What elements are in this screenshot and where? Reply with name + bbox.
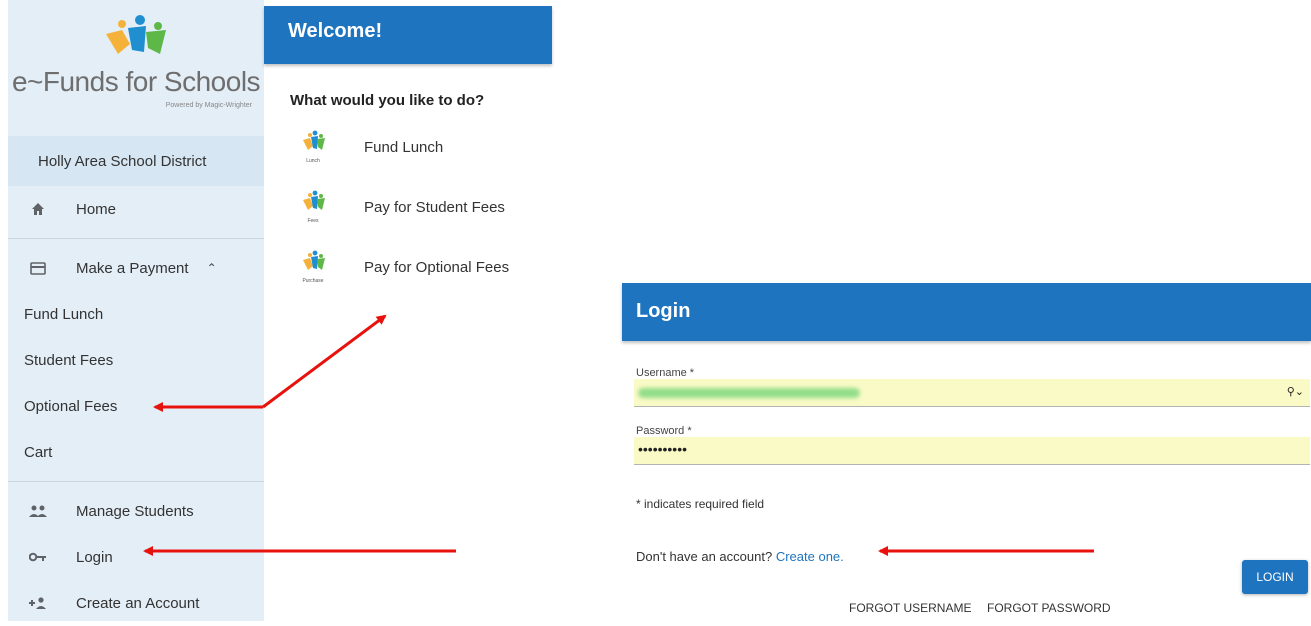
username-value-redacted <box>638 388 860 398</box>
required-note: * indicates required field <box>636 497 765 511</box>
sidebar-item-label: Create an Account <box>76 594 200 612</box>
option-caption: Purchase <box>302 278 324 284</box>
sidebar-item-home[interactable]: Home <box>8 186 264 232</box>
sidebar-item-label: Login <box>76 548 113 566</box>
welcome-panel: Welcome! What would you like to do? Lunc… <box>264 6 552 297</box>
sidebar-item-login[interactable]: Login <box>8 534 264 580</box>
person-add-icon <box>24 597 52 609</box>
sidebar-item-cart[interactable]: Cart <box>8 429 264 475</box>
no-account-text: Don't have an account? Create one. <box>636 549 1311 564</box>
option-student-fees[interactable]: Fees Pay for Student Fees <box>298 177 552 237</box>
password-field[interactable]: •••••••••• <box>634 437 1310 465</box>
credit-card-icon <box>24 261 52 275</box>
key-icon <box>24 552 52 562</box>
option-caption: Lunch <box>306 158 320 164</box>
logo: e~Funds for Schools Powered by Magic-Wri… <box>8 0 264 130</box>
sidebar-item-label: Home <box>76 200 117 218</box>
sidebar-item-fund-lunch[interactable]: Fund Lunch <box>8 291 264 337</box>
create-account-link[interactable]: Create one. <box>776 549 844 564</box>
people-icon <box>24 505 52 517</box>
forgot-password-link[interactable]: FORGOT PASSWORD <box>987 601 1111 615</box>
sidebar-item-label: Make a Payment <box>76 259 189 277</box>
option-optional-fees[interactable]: Purchase Pay for Optional Fees <box>298 237 552 297</box>
username-field[interactable]: ⚲⌄ <box>634 379 1310 407</box>
username-label: Username * <box>636 367 695 379</box>
purchase-logo-icon: Purchase <box>298 250 328 284</box>
lunch-logo-icon: Lunch <box>298 130 328 164</box>
forgot-username-link[interactable]: FORGOT USERNAME <box>849 601 971 615</box>
brand-name: e~Funds for Schools <box>11 66 261 97</box>
powered-by: Powered by Magic-Wrighter <box>165 102 252 109</box>
sidebar-item-student-fees[interactable]: Student Fees <box>8 337 264 383</box>
efunds-logo-icon <box>106 15 166 54</box>
chevron-up-icon[interactable]: ⌃ <box>207 261 217 275</box>
login-title: Login <box>622 283 1311 341</box>
option-label: Fund Lunch <box>364 138 444 156</box>
sidebar-item-make-payment[interactable]: Make a Payment ⌃ <box>8 245 264 291</box>
option-label: Pay for Student Fees <box>364 198 505 216</box>
fees-logo-icon: Fees <box>298 190 328 224</box>
option-caption: Fees <box>307 218 319 224</box>
sidebar-item-create-account[interactable]: Create an Account <box>8 580 264 626</box>
divider <box>8 238 264 239</box>
sidebar-item-label: Manage Students <box>76 502 194 520</box>
sidebar-item-manage-students[interactable]: Manage Students <box>8 488 264 534</box>
login-button[interactable]: LOGIN <box>1242 560 1308 594</box>
password-label: Password * <box>636 425 692 437</box>
divider <box>8 481 264 482</box>
welcome-question: What would you like to do? <box>290 92 485 109</box>
option-fund-lunch[interactable]: Lunch Fund Lunch <box>298 117 552 177</box>
login-panel: Login Username * ⚲⌄ Password * •••••••••… <box>622 283 1311 621</box>
option-label: Pay for Optional Fees <box>364 258 510 276</box>
district-name: Holly Area School District <box>8 136 264 186</box>
sidebar-item-optional-fees[interactable]: Optional Fees <box>8 383 264 429</box>
key-dropdown-icon[interactable]: ⚲⌄ <box>1287 385 1304 398</box>
home-icon <box>24 202 52 216</box>
no-account-label: Don't have an account? <box>636 549 773 564</box>
sidebar: e~Funds for Schools Powered by Magic-Wri… <box>8 0 264 621</box>
password-value: •••••••••• <box>638 441 688 457</box>
welcome-title: Welcome! <box>264 6 552 64</box>
